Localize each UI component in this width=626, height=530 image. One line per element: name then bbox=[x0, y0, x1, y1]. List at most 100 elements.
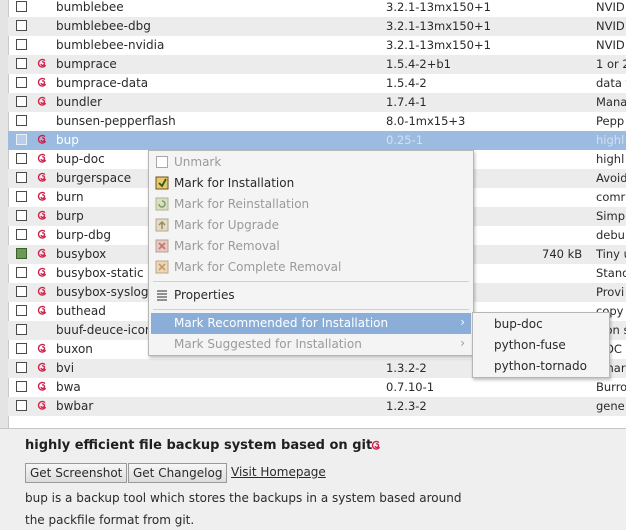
mark-checkbox[interactable] bbox=[16, 191, 27, 202]
menu-item-label: Mark for Installation bbox=[174, 176, 295, 190]
menu-item-label: Mark Suggested for Installation bbox=[174, 337, 362, 351]
submenu-item-label: python-fuse bbox=[494, 338, 566, 352]
menu-item-label: Mark for Complete Removal bbox=[174, 260, 342, 274]
debian-swirl-icon bbox=[36, 95, 49, 108]
package-row[interactable]: bundler 1.7.4-1 Mana bbox=[8, 93, 626, 112]
package-description: Avoid bbox=[596, 171, 626, 185]
debian-swirl-icon bbox=[36, 228, 49, 241]
package-row[interactable]: bwa 0.7.10-1 Burro bbox=[8, 378, 626, 397]
submenu-item-bup-doc[interactable]: bup-doc bbox=[473, 314, 609, 334]
package-name: bumblebee-dbg bbox=[56, 19, 151, 33]
package-description: highl bbox=[596, 133, 625, 147]
purge-icon bbox=[155, 260, 169, 274]
debian-swirl-icon bbox=[36, 171, 49, 184]
mark-checkbox[interactable] bbox=[16, 20, 27, 31]
debian-swirl-icon bbox=[36, 76, 49, 89]
mark-checkbox[interactable] bbox=[16, 1, 27, 12]
package-name: bunsen-pepperflash bbox=[56, 114, 176, 128]
context-menu: Unmark Mark for Installation Mark for Re… bbox=[148, 150, 474, 356]
install-icon bbox=[155, 176, 169, 190]
package-description: NVID bbox=[596, 38, 625, 52]
mark-checkbox[interactable] bbox=[16, 362, 27, 373]
mark-checkbox[interactable] bbox=[16, 248, 27, 259]
package-name: bumprace bbox=[56, 57, 117, 71]
package-row[interactable]: bumblebee-nvidia 3.2.1-13mx150+1 NVID bbox=[8, 36, 626, 55]
menu-item-label: Unmark bbox=[174, 155, 222, 169]
menu-item-mark-upgrade: Mark for Upgrade bbox=[151, 215, 471, 236]
package-size: 740 kB bbox=[542, 247, 583, 261]
package-version: 1.5.4-2+b1 bbox=[386, 57, 451, 71]
debian-swirl-icon bbox=[36, 152, 49, 165]
mark-checkbox[interactable] bbox=[16, 305, 27, 316]
mark-checkbox[interactable] bbox=[16, 77, 27, 88]
recommended-submenu: bup-doc python-fuse python-tornado bbox=[472, 312, 610, 378]
menu-item-mark-recommended[interactable]: Mark Recommended for Installation › bbox=[151, 313, 471, 334]
menu-separator bbox=[153, 309, 469, 310]
package-version: 0.7.10-1 bbox=[386, 380, 435, 394]
package-description: debu bbox=[596, 228, 625, 242]
package-description: comr bbox=[596, 190, 626, 204]
mark-checkbox[interactable] bbox=[16, 134, 27, 145]
remove-icon bbox=[155, 239, 169, 253]
package-description: gene bbox=[596, 399, 625, 413]
debian-swirl-icon bbox=[36, 342, 49, 355]
unmark-checkbox-icon bbox=[155, 155, 169, 169]
mark-checkbox[interactable] bbox=[16, 343, 27, 354]
visit-homepage-link[interactable]: Visit Homepage bbox=[231, 465, 326, 479]
package-row[interactable]: bumprace 1.5.4-2+b1 1 or 2 bbox=[8, 55, 626, 74]
submenu-arrow-icon: › bbox=[460, 336, 465, 350]
menu-item-mark-install[interactable]: Mark for Installation bbox=[151, 173, 471, 194]
submenu-item-python-tornado[interactable]: python-tornado bbox=[473, 356, 609, 376]
properties-icon bbox=[155, 288, 169, 302]
package-description: Simp bbox=[596, 209, 625, 223]
debian-swirl-icon bbox=[36, 57, 49, 70]
debian-swirl-icon bbox=[36, 361, 49, 374]
menu-separator bbox=[153, 281, 469, 282]
package-name: bup bbox=[56, 133, 79, 147]
mark-checkbox[interactable] bbox=[16, 229, 27, 240]
mark-checkbox[interactable] bbox=[16, 324, 27, 335]
package-description: NVID bbox=[596, 19, 625, 33]
package-description: Stand bbox=[596, 266, 626, 280]
debian-swirl-icon bbox=[36, 133, 49, 146]
mark-checkbox[interactable] bbox=[16, 39, 27, 50]
package-name: bundler bbox=[56, 95, 103, 109]
package-description: Tiny u bbox=[596, 247, 626, 261]
menu-item-properties[interactable]: Properties bbox=[151, 285, 471, 306]
mark-checkbox[interactable] bbox=[16, 286, 27, 297]
menu-item-mark-complete-removal: Mark for Complete Removal bbox=[151, 257, 471, 278]
package-row[interactable]: bumblebee-dbg 3.2.1-13mx150+1 NVID bbox=[8, 17, 626, 36]
mark-checkbox[interactable] bbox=[16, 153, 27, 164]
package-description: data f bbox=[596, 76, 626, 90]
package-name: bumprace-data bbox=[56, 76, 149, 90]
reinstall-icon bbox=[155, 197, 169, 211]
menu-item-mark-reinstall: Mark for Reinstallation bbox=[151, 194, 471, 215]
mark-checkbox[interactable] bbox=[16, 96, 27, 107]
package-description: Pepp bbox=[596, 114, 625, 128]
submenu-item-python-fuse[interactable]: python-fuse bbox=[473, 335, 609, 355]
menu-item-label: Mark for Upgrade bbox=[174, 218, 280, 232]
package-version: 8.0-1mx15+3 bbox=[386, 114, 466, 128]
mark-checkbox[interactable] bbox=[16, 58, 27, 69]
package-description: 1 or 2 bbox=[596, 57, 626, 71]
mark-checkbox[interactable] bbox=[16, 267, 27, 278]
package-row[interactable]: bumblebee 3.2.1-13mx150+1 NVID bbox=[8, 0, 626, 17]
debian-swirl-icon bbox=[36, 399, 49, 412]
get-changelog-button[interactable]: Get Changelog bbox=[128, 463, 228, 483]
mark-checkbox[interactable] bbox=[16, 210, 27, 221]
package-row[interactable]: bwbar 1.2.3-2 gene bbox=[8, 397, 626, 416]
submenu-arrow-icon: › bbox=[460, 315, 465, 329]
mark-checkbox[interactable] bbox=[16, 172, 27, 183]
package-row[interactable]: bunsen-pepperflash 8.0-1mx15+3 Pepp bbox=[8, 112, 626, 131]
mark-checkbox[interactable] bbox=[16, 381, 27, 392]
get-screenshot-button[interactable]: Get Screenshot bbox=[25, 463, 128, 483]
package-row[interactable]: bumprace-data 1.5.4-2 data f bbox=[8, 74, 626, 93]
submenu-item-label: bup-doc bbox=[494, 317, 543, 331]
package-row[interactable]: bup 0.25-1 highl bbox=[8, 131, 626, 150]
package-version: 1.3.2-2 bbox=[386, 361, 427, 375]
package-version: 1.5.4-2 bbox=[386, 76, 427, 90]
mark-checkbox[interactable] bbox=[16, 400, 27, 411]
menu-item-label: Properties bbox=[174, 288, 235, 302]
submenu-item-label: python-tornado bbox=[494, 359, 587, 373]
mark-checkbox[interactable] bbox=[16, 115, 27, 126]
